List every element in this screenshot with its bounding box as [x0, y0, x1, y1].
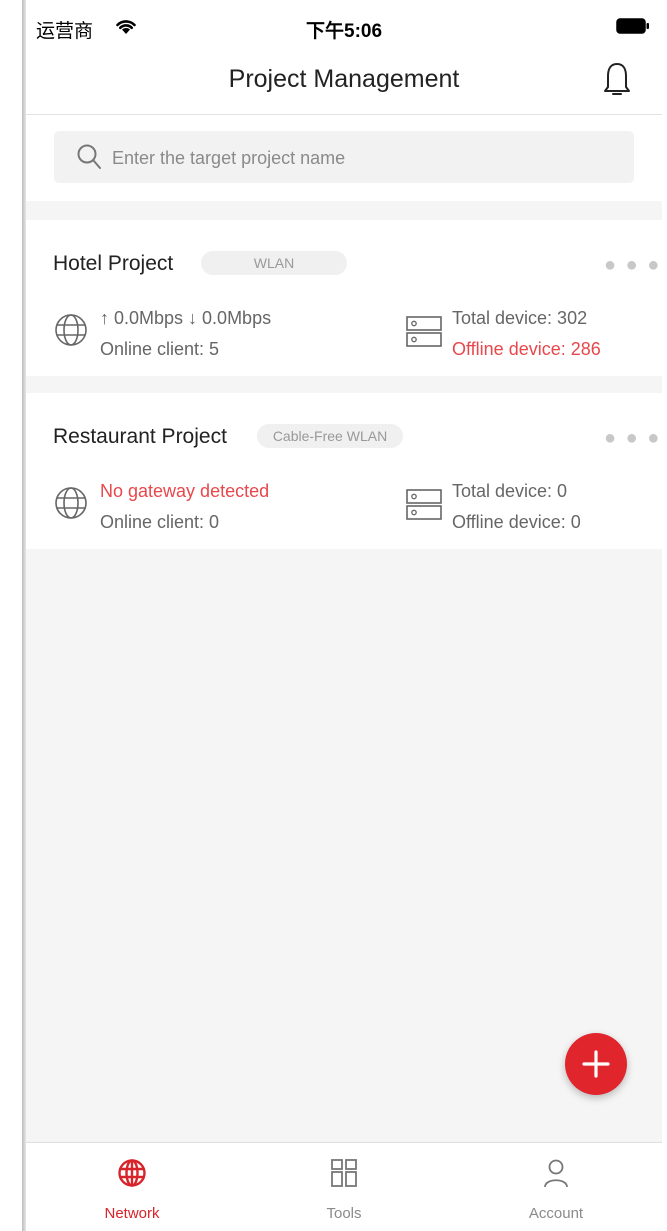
- bottom-tab-bar: Network Tools Account: [26, 1142, 662, 1231]
- tab-network[interactable]: Network: [26, 1143, 238, 1231]
- project-name: Hotel Project: [53, 252, 174, 275]
- tab-account[interactable]: Account: [450, 1143, 662, 1231]
- bell-icon[interactable]: [600, 60, 634, 105]
- tab-tools[interactable]: Tools: [238, 1143, 450, 1231]
- network-globe-icon: [117, 1157, 147, 1194]
- device-frame: 运营商 下午5:06 Project Management Enter the …: [0, 0, 667, 1231]
- status-time: 下午5:06: [306, 21, 383, 42]
- wifi-icon: [114, 17, 138, 40]
- page-title: Project Management: [228, 65, 460, 93]
- project-type-tag: WLAN: [201, 251, 347, 275]
- project-card[interactable]: Restaurant Project Cable-Free WLAN ● ● ●…: [26, 393, 662, 549]
- globe-icon: [54, 486, 88, 525]
- online-client-count: Online client: 0: [100, 512, 220, 532]
- tab-label: Tools: [326, 1205, 362, 1222]
- device-edge-right: [662, 0, 667, 1231]
- server-icon: [406, 489, 442, 526]
- carrier-label: 运营商: [36, 21, 94, 42]
- total-device-count: Total device: 0: [452, 481, 568, 501]
- search-area: [26, 115, 662, 201]
- gateway-status: No gateway detected: [100, 481, 270, 501]
- more-options-icon[interactable]: ● ● ●: [604, 254, 661, 277]
- offline-device-count: Offline device: 0: [452, 512, 581, 532]
- traffic-rate: ↑ 0.0Mbps ↓ 0.0Mbps: [100, 308, 272, 328]
- app-screen: 运营商 下午5:06 Project Management Enter the …: [26, 0, 662, 1231]
- tab-label: Account: [528, 1205, 584, 1222]
- tab-label: Network: [104, 1205, 160, 1222]
- account-person-icon: [541, 1157, 571, 1194]
- more-options-icon[interactable]: ● ● ●: [604, 427, 661, 450]
- search-icon: [76, 143, 102, 176]
- tools-grid-icon: [329, 1157, 359, 1194]
- search-box[interactable]: [54, 131, 634, 185]
- offline-device-count: Offline device: 286: [452, 339, 601, 359]
- app-header: Project Management: [26, 52, 662, 115]
- search-input[interactable]: [110, 131, 614, 185]
- project-name: Restaurant Project: [53, 425, 227, 448]
- plus-icon: [582, 1050, 610, 1078]
- battery-icon: [616, 18, 650, 39]
- online-client-count: Online client: 5: [100, 339, 220, 359]
- project-type-tag: Cable-Free WLAN: [257, 424, 403, 448]
- total-device-count: Total device: 302: [452, 308, 588, 328]
- status-bar: 运营商 下午5:06: [26, 0, 662, 52]
- server-icon: [406, 316, 442, 353]
- add-project-button[interactable]: [565, 1033, 627, 1095]
- project-card[interactable]: Hotel Project WLAN ● ● ● ↑ 0.0Mbps ↓ 0.0…: [26, 220, 662, 376]
- globe-icon: [54, 313, 88, 352]
